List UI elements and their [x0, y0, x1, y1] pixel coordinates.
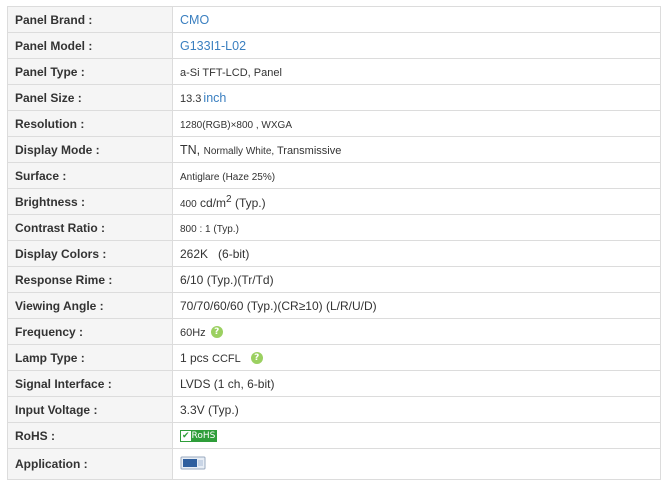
spec-row: Contrast Ratio : 800 : 1 (Typ.): [7, 214, 661, 241]
spec-row: Input Voltage : 3.3V (Typ.): [7, 396, 661, 423]
row-label: Lamp Type :: [7, 344, 173, 371]
row-label: Panel Type :: [7, 58, 173, 85]
spec-row: Display Mode : TN, Normally White, Trans…: [7, 136, 661, 163]
row-label: Display Mode :: [7, 136, 173, 163]
lamp-type-value: CCFL: [212, 352, 241, 365]
row-label: Panel Model :: [7, 32, 173, 59]
laptop-monitor-icon: [180, 455, 206, 474]
row-label: Signal Interface :: [7, 370, 173, 397]
spec-row: RoHS : ✔ RoHS: [7, 422, 661, 449]
spec-row: Panel Size : 13.3 inch: [7, 84, 661, 111]
response-time-value: 6/10 (Typ.)(Tr/Td): [180, 272, 274, 287]
row-label: Display Colors :: [7, 240, 173, 267]
spec-row: Response Rime : 6/10 (Typ.)(Tr/Td): [7, 266, 661, 293]
input-voltage-value: 3.3V (Typ.): [180, 402, 239, 417]
help-icon[interactable]: ?: [250, 352, 263, 365]
spec-row: Brightness : 400 cd/m2 (Typ.): [7, 188, 661, 215]
row-label: Panel Size :: [7, 84, 173, 111]
spec-row: Resolution : 1280(RGB)×800 , WXGA: [7, 110, 661, 137]
brightness-unit: cd/m: [200, 195, 227, 210]
display-colors-value: 262K (6-bit): [180, 246, 250, 261]
surface-value: Antiglare (Haze 25%): [180, 171, 276, 183]
panel-size-value: 13.3: [180, 92, 202, 105]
display-mode-transmissive: Transmissive: [276, 144, 342, 157]
spec-row: Frequency : 60Hz?: [7, 318, 661, 345]
row-label: Surface :: [7, 162, 173, 189]
panel-model-link[interactable]: G133I1-L02: [180, 39, 246, 53]
rohs-badge-label: RoHS: [191, 431, 216, 442]
signal-interface-value: LVDS (1 ch, 6-bit): [180, 376, 275, 391]
panel-type-value: a-Si TFT-LCD, Panel: [180, 66, 282, 79]
viewing-angle-value: 70/70/60/60 (Typ.)(CR≥10) (L/R/U/D): [180, 298, 377, 313]
resolution-value: 1280(RGB)×800 , WXGA: [180, 119, 292, 131]
lamp-count-value: 1 pcs: [180, 350, 209, 365]
spec-row: Viewing Angle : 70/70/60/60 (Typ.)(CR≥10…: [7, 292, 661, 319]
spec-row: Panel Brand : CMO: [7, 6, 661, 33]
row-label: Contrast Ratio :: [7, 214, 173, 241]
contrast-ratio-value: 800 : 1 (Typ.): [180, 223, 239, 235]
frequency-value: 60Hz: [180, 326, 206, 339]
specification-table: Panel Brand : CMO Panel Model : G133I1-L…: [7, 6, 661, 480]
row-label: Response Rime :: [7, 266, 173, 293]
help-icon[interactable]: ?: [210, 326, 223, 339]
row-label: Viewing Angle :: [7, 292, 173, 319]
spec-row: Panel Type : a-Si TFT-LCD, Panel: [7, 58, 661, 85]
spec-row: Surface : Antiglare (Haze 25%): [7, 162, 661, 189]
spec-row: Lamp Type : 1 pcs CCFL?: [7, 344, 661, 371]
brightness-unit-exponent: 2: [226, 193, 232, 205]
spec-row: Application :: [7, 448, 661, 480]
check-icon: ✔: [181, 431, 191, 442]
row-label: Brightness :: [7, 188, 173, 215]
brightness-note: (Typ.): [234, 195, 266, 210]
row-label: Panel Brand :: [7, 6, 173, 33]
brightness-value: 400: [180, 198, 197, 210]
spec-row: Display Colors : 262K (6-bit): [7, 240, 661, 267]
panel-brand-link[interactable]: CMO: [180, 13, 209, 27]
spec-row: Panel Model : G133I1-L02: [7, 32, 661, 59]
row-label: Resolution :: [7, 110, 173, 137]
row-label: RoHS :: [7, 422, 173, 449]
row-label: Application :: [7, 448, 173, 480]
spec-row: Signal Interface : LVDS (1 ch, 6-bit): [7, 370, 661, 397]
row-label: Frequency :: [7, 318, 173, 345]
rohs-badge: ✔ RoHS: [180, 430, 218, 443]
row-label: Input Voltage :: [7, 396, 173, 423]
display-mode-value: TN,: [180, 142, 204, 157]
panel-size-unit-link[interactable]: inch: [203, 91, 226, 105]
display-mode-normally-white: Normally White,: [203, 145, 277, 157]
